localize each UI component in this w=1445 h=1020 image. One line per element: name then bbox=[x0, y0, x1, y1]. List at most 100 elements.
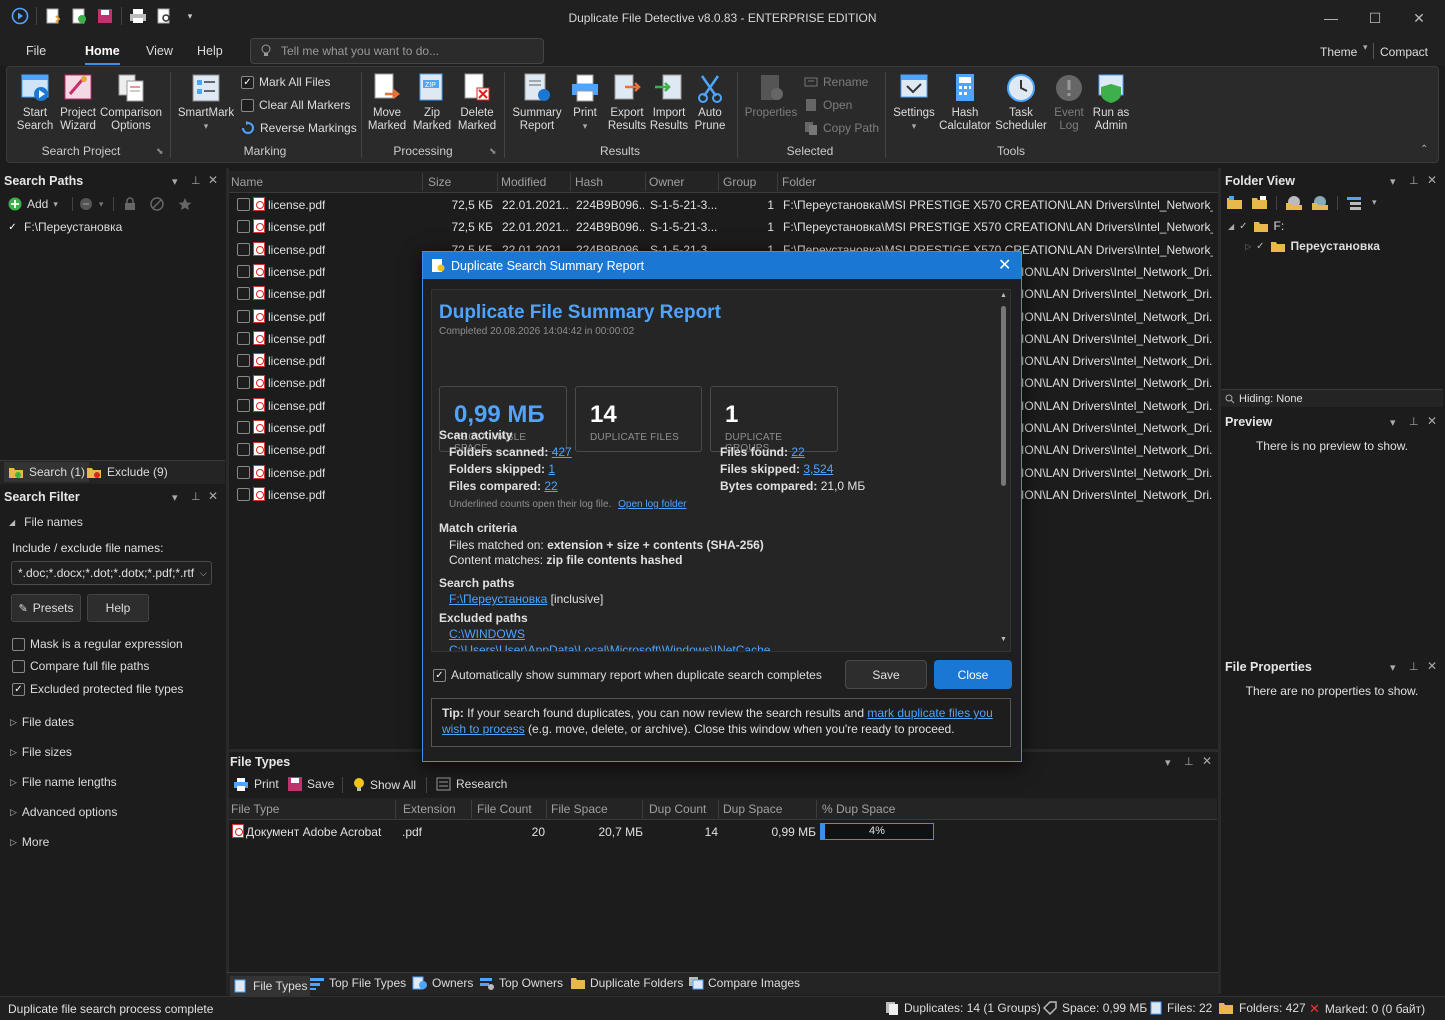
mask-regex-checkbox[interactable]: Mask is a regular expression bbox=[12, 637, 183, 651]
row-checkbox[interactable] bbox=[237, 398, 250, 412]
hash-calculator-button[interactable]: Hash Calculator bbox=[938, 72, 992, 133]
column-folder[interactable]: Folder bbox=[782, 175, 816, 189]
import-results-button[interactable]: Import Results bbox=[648, 72, 690, 133]
tab-exclude[interactable]: Exclude (9) bbox=[84, 462, 170, 482]
column-pct-dup-space[interactable]: % Dup Space bbox=[822, 802, 895, 816]
collapse-ribbon-icon[interactable]: ⌃ bbox=[1420, 144, 1428, 155]
panel-menu-icon[interactable]: ▾ bbox=[1390, 175, 1396, 188]
export-results-button[interactable]: Export Results bbox=[606, 72, 648, 133]
settings-button[interactable]: Settings ▾ bbox=[890, 72, 938, 133]
column-name[interactable]: Name bbox=[231, 175, 263, 189]
row-checkbox[interactable] bbox=[237, 287, 250, 301]
panel-menu-icon[interactable]: ▾ bbox=[1165, 756, 1171, 769]
row-checkbox[interactable] bbox=[237, 242, 250, 256]
column-owner[interactable]: Owner bbox=[649, 175, 684, 189]
column-extension[interactable]: Extension bbox=[403, 802, 456, 816]
maximize-icon[interactable]: ☐ bbox=[1355, 6, 1395, 30]
files-skipped-link[interactable]: 3,524 bbox=[803, 462, 833, 476]
excluded-path-link[interactable]: C:\Users\User\AppData\Local\Microsoft\Wi… bbox=[449, 643, 770, 651]
lock-icon[interactable] bbox=[124, 197, 136, 211]
row-checkbox[interactable] bbox=[237, 331, 250, 345]
panel-menu-icon[interactable]: ▾ bbox=[172, 491, 178, 504]
column-hash[interactable]: Hash bbox=[575, 175, 603, 189]
theme-menu[interactable]: Theme bbox=[1320, 45, 1357, 59]
panel-close-icon[interactable]: ✕ bbox=[1427, 173, 1437, 187]
panel-close-icon[interactable]: ✕ bbox=[1427, 414, 1437, 428]
tab-file[interactable]: File bbox=[26, 44, 46, 58]
research-button[interactable]: Research bbox=[436, 777, 507, 791]
pin-icon[interactable]: ⊥ bbox=[191, 490, 201, 503]
row-checkbox[interactable] bbox=[237, 376, 250, 390]
tell-me-search[interactable]: Tell me what you want to do... bbox=[250, 38, 544, 64]
file-types-print-button[interactable]: Print bbox=[233, 777, 279, 791]
include-file-names-combo[interactable]: *.doc;*.docx;*.dot;*.dotx;*.pdf;*.rtf ⌵ bbox=[11, 561, 212, 585]
row-checkbox[interactable] bbox=[237, 354, 250, 368]
row-checkbox[interactable] bbox=[237, 220, 250, 234]
search-path-item[interactable]: ✓ F:\Переустановка bbox=[6, 220, 122, 234]
column-file-type[interactable]: File Type bbox=[231, 802, 279, 816]
pin-icon[interactable]: ⊥ bbox=[1409, 415, 1419, 428]
tree-view-icon[interactable] bbox=[1346, 195, 1364, 210]
tab-file-types[interactable]: File Types bbox=[230, 976, 311, 996]
tab-compare-images[interactable]: Compare Images bbox=[688, 976, 800, 990]
file-names-section[interactable]: ◢ File names bbox=[9, 515, 83, 529]
column-size[interactable]: Size bbox=[428, 175, 451, 189]
panel-close-icon[interactable]: ✕ bbox=[208, 173, 218, 187]
advanced-options-section[interactable]: ▷ Advanced options bbox=[10, 805, 117, 819]
pin-icon[interactable]: ⊥ bbox=[1184, 755, 1194, 768]
add-path-button[interactable]: Add ▾ bbox=[8, 197, 58, 211]
file-name-lengths-section[interactable]: ▷ File name lengths bbox=[10, 775, 117, 789]
table-row[interactable]: license.pdf 72,5 КБ 22.01.2021... 224B9B096… bbox=[230, 194, 1218, 216]
auto-show-checkbox[interactable]: ✓ Automatically show summary report when … bbox=[433, 668, 822, 682]
panel-close-icon[interactable]: ✕ bbox=[1427, 659, 1437, 673]
splitter[interactable] bbox=[226, 168, 229, 994]
panel-menu-icon[interactable]: ▾ bbox=[172, 175, 178, 188]
project-wizard-button[interactable]: Project Wizard bbox=[58, 72, 98, 133]
delete-marked-button[interactable]: Delete Marked bbox=[456, 72, 498, 133]
compact-toggle[interactable]: Compact bbox=[1380, 45, 1428, 59]
open-button[interactable]: Open bbox=[804, 98, 852, 112]
files-compared-link[interactable]: 22 bbox=[544, 479, 557, 493]
auto-prune-button[interactable]: Auto Prune bbox=[692, 72, 728, 133]
folder-search-icon[interactable] bbox=[1311, 195, 1329, 210]
folders-scanned-link[interactable]: 427 bbox=[552, 445, 572, 459]
file-types-row[interactable]: Документ Adobe Acrobat .pdf 20 20,7 МБ 1… bbox=[229, 821, 1217, 843]
tab-top-file-types[interactable]: Top File Types bbox=[309, 976, 406, 990]
file-dates-section[interactable]: ▷ File dates bbox=[10, 715, 74, 729]
properties-button[interactable]: Properties bbox=[742, 72, 800, 120]
run-as-admin-button[interactable]: Run as Admin bbox=[1090, 72, 1132, 133]
summary-report-button[interactable]: Summary Report bbox=[510, 72, 564, 133]
folder-tree-root[interactable]: ◢ ✓ F: bbox=[1228, 219, 1284, 233]
tab-search[interactable]: Search (1) bbox=[4, 462, 90, 482]
row-checkbox[interactable] bbox=[237, 487, 250, 501]
panel-menu-icon[interactable]: ▾ bbox=[1390, 661, 1396, 674]
dialog-close-icon[interactable]: ✕ bbox=[998, 255, 1011, 275]
files-found-link[interactable]: 22 bbox=[791, 445, 804, 459]
row-checkbox[interactable] bbox=[237, 443, 250, 457]
compare-full-paths-checkbox[interactable]: Compare full file paths bbox=[12, 659, 149, 673]
rename-button[interactable]: Rename bbox=[804, 75, 868, 89]
start-search-button[interactable]: Start Search bbox=[14, 72, 56, 133]
panel-close-icon[interactable]: ✕ bbox=[1202, 754, 1212, 768]
tab-view[interactable]: View bbox=[146, 44, 173, 58]
table-row[interactable]: license.pdf 72,5 КБ 22.01.2021... 224B9B096… bbox=[230, 216, 1218, 238]
row-checkbox[interactable] bbox=[237, 198, 250, 211]
star-icon[interactable] bbox=[178, 197, 192, 211]
column-file-count[interactable]: File Count bbox=[477, 802, 532, 816]
row-checkbox[interactable] bbox=[237, 309, 250, 323]
copy-path-button[interactable]: Copy Path bbox=[804, 121, 879, 135]
presets-button[interactable]: ✎ Presets bbox=[11, 594, 81, 622]
event-log-button[interactable]: Event Log bbox=[1050, 72, 1088, 133]
minimize-icon[interactable]: — bbox=[1311, 6, 1351, 30]
panel-close-icon[interactable]: ✕ bbox=[208, 489, 218, 503]
row-checkbox[interactable] bbox=[237, 465, 250, 479]
move-marked-button[interactable]: Move Marked bbox=[366, 72, 408, 133]
pin-icon[interactable]: ⊥ bbox=[1409, 174, 1419, 187]
mark-all-files-button[interactable]: ✓ Mark All Files bbox=[241, 75, 330, 89]
help-button[interactable]: Help bbox=[87, 594, 149, 622]
save-report-button[interactable]: Save bbox=[845, 660, 927, 689]
close-window-icon[interactable]: ✕ bbox=[1399, 6, 1439, 30]
print-results-button[interactable]: Print ▾ bbox=[568, 72, 602, 133]
dialog-launcher-icon[interactable]: ⬊ bbox=[156, 146, 164, 157]
tab-top-owners[interactable]: Top Owners bbox=[479, 976, 563, 990]
